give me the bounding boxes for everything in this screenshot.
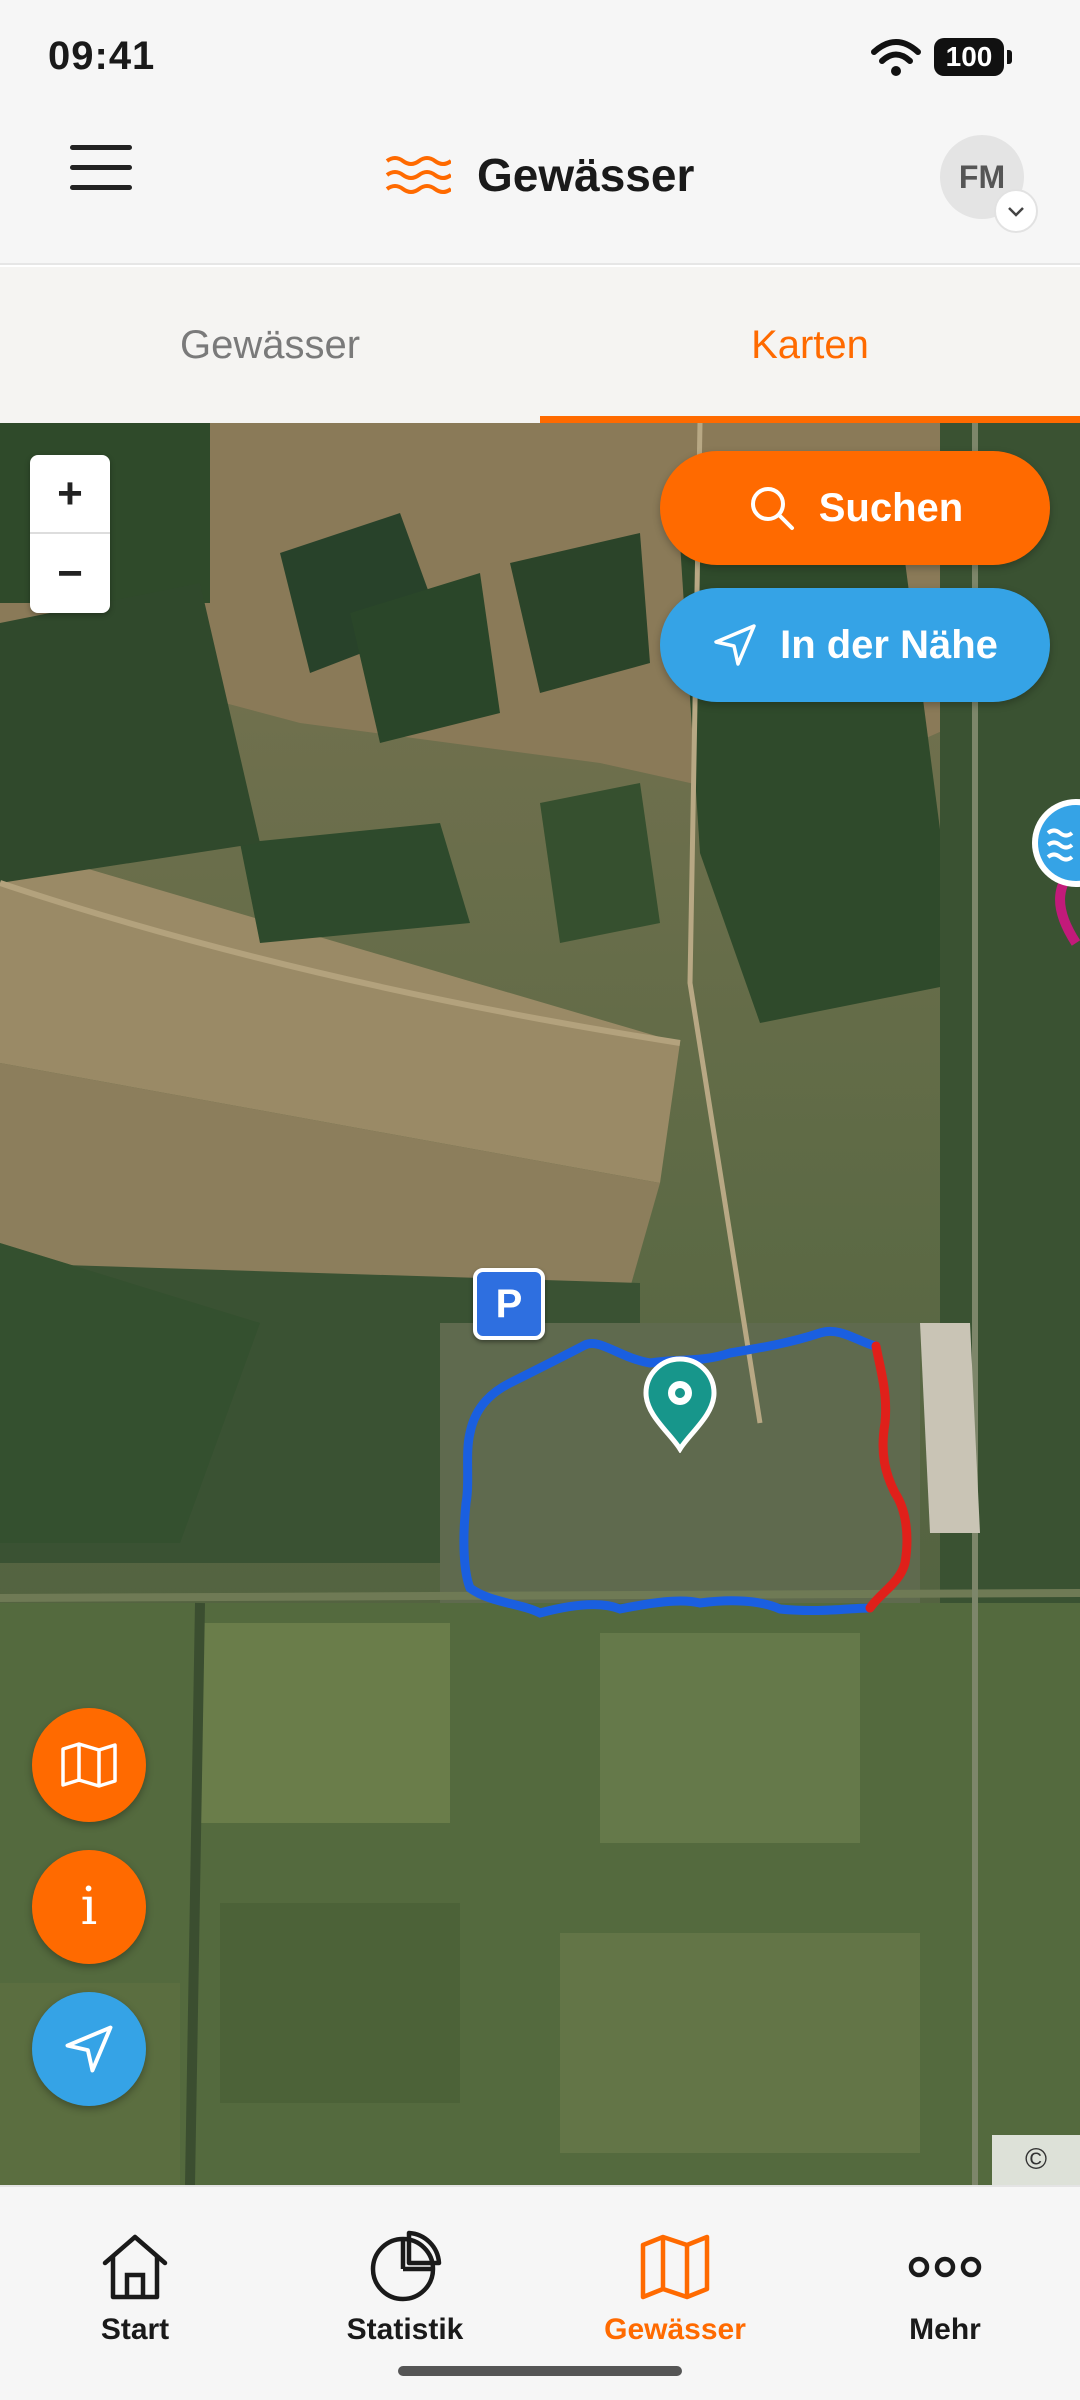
pie-chart-icon xyxy=(370,2230,442,2302)
nav-gewaesser-label: Gewässer xyxy=(604,2313,746,2346)
nearby-button-label: In der Nähe xyxy=(780,622,998,667)
location-pin-icon[interactable] xyxy=(640,1353,720,1453)
tab-bar: Gewässer Karten xyxy=(0,267,1080,423)
navigation-arrow-icon xyxy=(714,624,756,666)
status-time: 09:41 xyxy=(48,34,156,78)
map-attribution[interactable]: © xyxy=(992,2135,1080,2185)
more-icon xyxy=(908,2256,982,2278)
zoom-out-button[interactable]: − xyxy=(30,534,110,613)
map-icon xyxy=(61,1742,117,1788)
home-icon xyxy=(102,2234,168,2300)
waves-icon xyxy=(385,156,451,194)
info-button[interactable]: i xyxy=(32,1850,146,1964)
tab-karten[interactable]: Karten xyxy=(540,267,1080,423)
chevron-down-icon[interactable] xyxy=(994,189,1038,233)
search-icon xyxy=(750,487,794,530)
nav-mehr-label: Mehr xyxy=(909,2313,981,2346)
parking-marker[interactable]: P xyxy=(473,1268,545,1340)
zoom-control: + − xyxy=(30,455,110,613)
nearby-button[interactable]: In der Nähe xyxy=(660,588,1050,702)
nav-statistik-label: Statistik xyxy=(346,2313,464,2346)
status-bar: 09:41 100 xyxy=(0,0,1080,115)
nav-start-label: Start xyxy=(100,2313,170,2346)
page-title: Gewässer xyxy=(477,149,695,201)
tab-gewaesser[interactable]: Gewässer xyxy=(0,267,540,423)
zoom-in-button[interactable]: + xyxy=(30,455,110,534)
info-icon: i xyxy=(80,1877,98,1937)
map-layers-button[interactable] xyxy=(32,1708,146,1822)
battery-indicator: 100 xyxy=(934,38,1012,76)
map-icon xyxy=(640,2234,710,2300)
search-button[interactable]: Suchen xyxy=(660,451,1050,565)
hamburger-menu-icon[interactable] xyxy=(70,145,132,201)
wifi-icon xyxy=(871,39,921,76)
locate-me-button[interactable] xyxy=(32,1992,146,2106)
app-header: Gewässer FM xyxy=(0,115,1080,265)
header-title-group: Gewässer xyxy=(385,145,694,205)
nav-start[interactable]: Start xyxy=(0,2187,270,2400)
home-indicator xyxy=(398,2366,682,2376)
nav-mehr[interactable]: Mehr xyxy=(810,2187,1080,2400)
search-button-label: Suchen xyxy=(818,485,964,530)
water-marker-icon[interactable] xyxy=(1020,793,1080,963)
navigation-arrow-icon xyxy=(65,2025,113,2073)
